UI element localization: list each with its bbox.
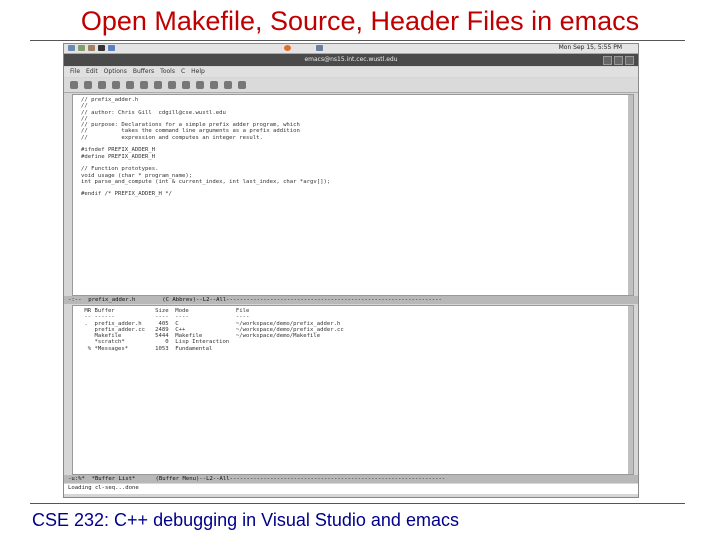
buffer-list-modeline: -u:%* *Buffer List* (Buffer Menu)--L2--A…: [64, 475, 638, 483]
close-button[interactable]: [625, 56, 634, 65]
editor-modeline: -:-- prefix_adder.h (C Abbrev)--L2--All-…: [64, 296, 638, 304]
menu-tools[interactable]: Tools: [160, 68, 175, 75]
copy-icon[interactable]: [154, 81, 162, 89]
places-menu-icon[interactable]: [78, 45, 85, 51]
window-titlebar[interactable]: emacs@ns15.int.cec.wustl.edu: [64, 54, 638, 66]
mail-icon[interactable]: [316, 45, 323, 51]
menu-options[interactable]: Options: [104, 68, 127, 75]
buffer-scrollbar[interactable]: [628, 306, 633, 474]
close-buffer-icon[interactable]: [84, 81, 92, 89]
buffer-list[interactable]: MR Buffer Size Mode File -- ------ ---- …: [73, 306, 633, 352]
source-code[interactable]: // prefix_adder.h // // author: Chris Gi…: [73, 95, 633, 198]
footer-rule: [30, 503, 685, 504]
terminal-icon[interactable]: [98, 45, 105, 51]
menu-help[interactable]: Help: [191, 68, 205, 75]
system-menu-icon[interactable]: [88, 45, 95, 51]
applications-menu-icon[interactable]: [68, 45, 75, 51]
minimize-button[interactable]: [603, 56, 612, 65]
window-title: emacs@ns15.int.cec.wustl.edu: [304, 56, 398, 63]
search-icon[interactable]: [182, 81, 190, 89]
toolbar-help-icon[interactable]: [238, 81, 246, 89]
menu-buffers[interactable]: Buffers: [133, 68, 154, 75]
editor-window[interactable]: // prefix_adder.h // // author: Chris Gi…: [72, 94, 634, 296]
save-as-icon[interactable]: [112, 81, 120, 89]
title-rule: [30, 40, 685, 41]
emacs-screenshot: Mon Sep 15, 5:55 PM emacs@ns15.int.cec.w…: [63, 43, 639, 498]
menu-c[interactable]: C: [181, 68, 185, 75]
slide-title: Open Makefile, Source, Header Files in e…: [80, 6, 640, 36]
help-icon[interactable]: [108, 45, 115, 51]
print-icon[interactable]: [196, 81, 204, 89]
menu-edit[interactable]: Edit: [86, 68, 98, 75]
paste-icon[interactable]: [168, 81, 176, 89]
preferences-icon[interactable]: [210, 81, 218, 89]
undo-icon[interactable]: [126, 81, 134, 89]
info-icon[interactable]: [224, 81, 232, 89]
cut-icon[interactable]: [140, 81, 148, 89]
buffer-list-window[interactable]: MR Buffer Size Mode File -- ------ ---- …: [72, 305, 634, 475]
save-icon[interactable]: [98, 81, 106, 89]
editor-scrollbar[interactable]: [628, 95, 633, 295]
top-panel: Mon Sep 15, 5:55 PM: [64, 44, 638, 54]
toolbar: [64, 78, 638, 93]
menubar: File Edit Options Buffers Tools C Help: [64, 67, 638, 77]
echo-area: Loading cl-seq...done: [64, 484, 638, 494]
maximize-button[interactable]: [614, 56, 623, 65]
panel-clock[interactable]: Mon Sep 15, 5:55 PM: [559, 44, 622, 51]
browser-icon[interactable]: [284, 45, 291, 51]
slide-footer: CSE 232: C++ debugging in Visual Studio …: [32, 510, 459, 530]
menu-file[interactable]: File: [70, 68, 80, 75]
open-file-icon[interactable]: [70, 81, 78, 89]
